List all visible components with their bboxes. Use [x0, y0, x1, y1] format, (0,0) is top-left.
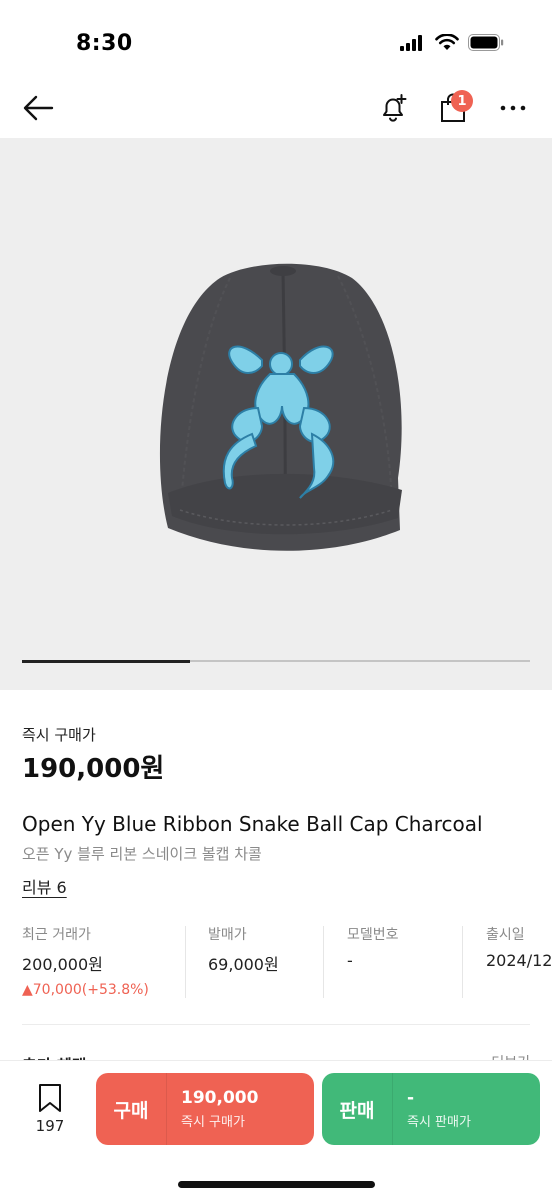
cart-badge: 1 [451, 90, 473, 112]
stat-change: ▲70,000(+53.8%) [22, 982, 149, 998]
signal-icon [400, 34, 422, 51]
more-options-button[interactable] [493, 88, 533, 128]
wishlist-button[interactable]: 197 [28, 1083, 72, 1135]
buy-button[interactable]: 구매 190,000 즉시 구매가 [96, 1073, 314, 1145]
sell-button-label: 판매 [339, 1099, 375, 1122]
stat-model-number: 모델번호 - [347, 924, 399, 1000]
back-arrow-icon [23, 95, 54, 121]
more-dots-icon [500, 105, 526, 111]
stat-value: 200,000원 [22, 955, 103, 974]
wifi-icon [435, 34, 459, 50]
product-title-ko: 오픈 Yy 블루 리본 스네이크 볼캡 차콜 [22, 845, 262, 863]
stat-release-price: 발매가 69,000원 [208, 924, 279, 1000]
stat-release-date: 출시일 2024/12 [486, 924, 552, 1000]
status-icons [400, 34, 504, 51]
back-button[interactable] [18, 88, 58, 128]
home-indicator [178, 1181, 375, 1188]
buy-button-label: 구매 [113, 1099, 149, 1122]
sell-button[interactable]: 판매 - 즉시 판매가 [322, 1073, 540, 1145]
battery-icon [468, 34, 504, 51]
stat-label: 최근 거래가 [22, 927, 91, 943]
sell-button-details: - 즉시 판매가 [393, 1088, 471, 1130]
sell-button-price: - [407, 1088, 415, 1108]
image-progress-track [22, 659, 530, 663]
sell-button-sub: 즉시 판매가 [407, 1115, 471, 1130]
stat-divider [185, 926, 186, 998]
cart-button[interactable]: 1 [433, 88, 473, 128]
review-link[interactable]: 리뷰 6 [22, 874, 67, 898]
product-image-carousel[interactable] [0, 138, 552, 690]
buy-button-sub: 즉시 구매가 [181, 1115, 245, 1130]
stat-divider [323, 926, 324, 998]
stat-label: 발매가 [208, 927, 247, 943]
status-bar: 8:30 [0, 0, 552, 88]
buy-button-price: 190,000 [181, 1088, 259, 1108]
top-nav: 1 [0, 78, 552, 138]
instant-buy-price: 190,000원 [22, 754, 165, 784]
stat-value: 69,000원 [208, 955, 279, 974]
buy-button-details: 190,000 즉시 구매가 [167, 1088, 258, 1130]
product-stats: 최근 거래가 200,000원 ▲70,000(+53.8%) 발매가 69,0… [22, 924, 552, 1000]
product-image [159, 263, 402, 551]
image-progress-fill [22, 659, 190, 663]
notification-button[interactable] [373, 88, 413, 128]
bottom-action-bar: 197 구매 190,000 즉시 구매가 판매 - 즉시 판매가 [0, 1060, 552, 1200]
bell-plus-icon [383, 94, 407, 122]
section-divider [22, 1024, 530, 1025]
bookmark-icon [39, 1084, 61, 1112]
wishlist-count: 197 [35, 1117, 65, 1135]
status-time: 8:30 [76, 31, 133, 56]
product-title-en: Open Yy Blue Ribbon Snake Ball Cap Charc… [22, 812, 483, 836]
instant-buy-label: 즉시 구매가 [22, 726, 96, 744]
stat-recent-trade: 최근 거래가 200,000원 ▲70,000(+53.8%) [22, 924, 149, 1000]
stat-divider [462, 926, 463, 998]
stat-label: 출시일 [486, 927, 525, 943]
stat-label: 모델번호 [347, 927, 399, 943]
stat-value: 2024/12 [486, 951, 552, 970]
stat-value: - [347, 951, 353, 970]
